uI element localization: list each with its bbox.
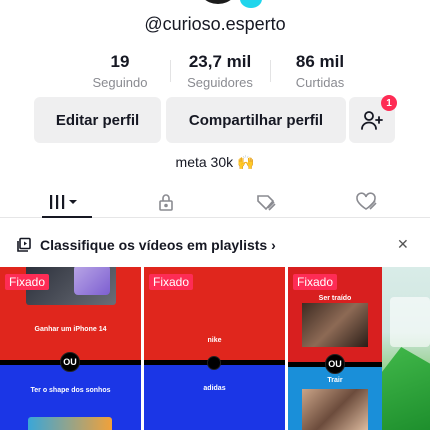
add-friend-button[interactable]: 1 — [349, 95, 397, 143]
video-top-caption: Ganhar um iPhone 14 — [34, 326, 107, 333]
stat-likes-label: Curtidas — [295, 75, 345, 90]
thumbnail-photo — [382, 347, 430, 430]
share-profile-button[interactable]: Compartilhar perfil — [166, 97, 346, 143]
chevron-right-icon: › — [271, 237, 276, 253]
tab-private[interactable] — [112, 186, 219, 218]
add-friend-icon — [361, 111, 383, 130]
phone-image — [74, 267, 110, 295]
stat-likes[interactable]: 86 mil Curtidas — [270, 52, 370, 94]
lock-icon — [158, 194, 173, 211]
video-bottom-caption: adidas — [203, 385, 226, 392]
thumbnail-photo — [302, 303, 368, 347]
ou-badge — [207, 356, 221, 370]
tab-reposts[interactable] — [212, 186, 319, 218]
video-top-caption: nike — [207, 337, 222, 344]
tab-liked[interactable] — [312, 186, 419, 218]
playlist-banner-label: Classifique os vídeos em playlists — [40, 237, 268, 253]
ou-badge: OU — [325, 354, 345, 374]
heart-hidden-icon — [355, 192, 377, 210]
active-tab-indicator — [42, 216, 92, 218]
avatar-badge — [238, 0, 264, 10]
stat-followers[interactable]: 23,7 mil Seguidores — [170, 52, 270, 94]
thumbnail-photo — [302, 389, 368, 430]
close-icon[interactable]: ✕ — [397, 236, 409, 253]
avatar[interactable] — [196, 0, 240, 4]
playlist-banner[interactable]: Classifique os vídeos em playlists › ✕ — [0, 228, 430, 262]
username: @curioso.esperto — [144, 14, 286, 34]
edit-profile-button[interactable]: Editar perfil — [34, 97, 161, 143]
stat-divider — [170, 60, 171, 82]
stat-followers-label: Seguidores — [187, 75, 253, 90]
video-thumbnail[interactable] — [382, 267, 430, 430]
notification-badge: 1 — [381, 95, 397, 111]
pinned-badge: Fixado — [5, 274, 50, 290]
tab-videos[interactable] — [10, 186, 117, 218]
stat-following[interactable]: 19 Seguindo — [70, 52, 170, 94]
playlist-icon — [17, 237, 31, 252]
thumbnail-photo — [28, 417, 112, 430]
stats-row: 19 Seguindo 23,7 mil Seguidores 86 mil C… — [70, 52, 370, 94]
stat-following-value: 19 — [110, 52, 130, 71]
video-thumbnail[interactable]: Ganhar um iPhone 14 OU Ter o shape dos s… — [0, 267, 141, 430]
video-bottom-caption: Trair — [327, 377, 343, 384]
video-bottom-caption: Ter o shape dos sonhos — [30, 387, 111, 394]
playlist-banner-text: Classifique os vídeos em playlists › — [40, 237, 276, 253]
video-grid: Ganhar um iPhone 14 OU Ter o shape dos s… — [0, 267, 430, 430]
stat-divider — [270, 60, 271, 82]
bio: meta 30k 🙌 — [175, 154, 255, 170]
pinned-badge: Fixado — [293, 274, 338, 290]
video-top-caption: Ser traído — [318, 295, 352, 302]
profile-tabs — [0, 186, 430, 218]
pinned-badge: Fixado — [149, 274, 194, 290]
tag-hidden-icon — [256, 195, 276, 211]
ou-badge: OU — [60, 352, 80, 372]
video-thumbnail[interactable]: Ser traído OU Trair Fixado — [288, 267, 382, 430]
stat-following-label: Seguindo — [92, 75, 148, 90]
thumbnail-bottom-half — [144, 365, 285, 430]
video-thumbnail[interactable]: nike adidas Fixado — [144, 267, 285, 430]
thumbnail-photo — [390, 297, 430, 347]
stat-followers-value: 23,7 mil — [188, 52, 252, 71]
stat-likes-value: 86 mil — [295, 52, 345, 71]
grid-icon — [49, 195, 77, 209]
